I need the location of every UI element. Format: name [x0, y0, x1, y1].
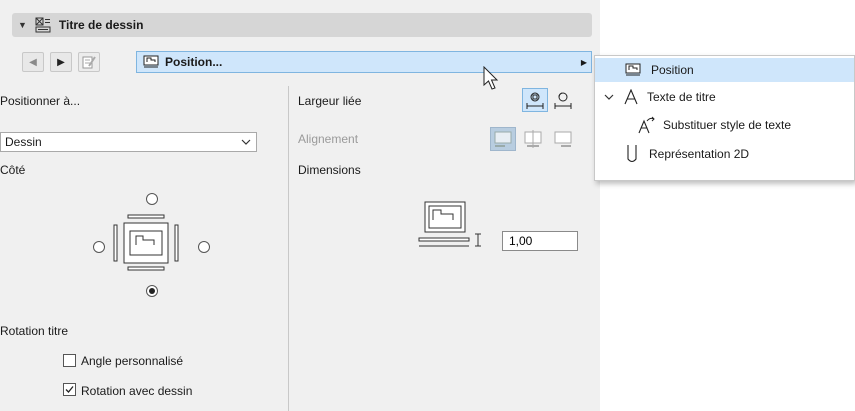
column-divider: [288, 86, 289, 411]
rotate-with-drawing-checkbox[interactable]: [63, 383, 76, 396]
align-center-button[interactable]: [520, 127, 546, 151]
menu-item-override-text-style[interactable]: Substituer style de texte: [595, 113, 854, 137]
menu-item-override-text-style-label: Substituer style de texte: [663, 118, 792, 132]
settings-panel: ▼ Titre de dessin ◀ ▶ Position... ▶ Posi…: [0, 0, 600, 411]
submenu-arrow-icon: ▶: [580, 57, 587, 67]
next-page-button[interactable]: ▶: [50, 52, 72, 72]
dimension-value-field[interactable]: [507, 233, 581, 249]
align-right-icon: [554, 131, 572, 147]
menu-item-title-text-label: Texte de titre: [647, 90, 716, 104]
menu-item-2d-representation[interactable]: Représentation 2D: [595, 142, 854, 166]
align-left-button[interactable]: [490, 127, 516, 151]
triangle-down-icon[interactable]: ▼: [18, 20, 27, 30]
check-icon: [65, 386, 74, 393]
chevron-down-icon: [241, 139, 251, 145]
triangle-left-icon: ◀: [29, 56, 37, 68]
dimension-diagram: [418, 201, 481, 247]
menu-item-position[interactable]: Position: [595, 58, 854, 82]
2d-representation-icon: [627, 145, 637, 163]
prev-page-button[interactable]: ◀: [22, 52, 44, 72]
triangle-right-icon: ▶: [57, 56, 65, 68]
unlock-width-icon: [554, 92, 572, 109]
side-top-radio[interactable]: [146, 193, 158, 205]
custom-angle-checkbox[interactable]: [63, 354, 76, 367]
dimensions-label: Dimensions: [298, 163, 361, 177]
mouse-cursor-icon: [483, 66, 499, 90]
right-column: Largeur liée Alignement Dimensions 1,00: [290, 80, 600, 411]
menu-item-position-label: Position: [651, 63, 694, 77]
drawing-title-icon: [35, 17, 51, 33]
custom-angle-label: Angle personnalisé: [81, 354, 184, 368]
lock-width-icon: [526, 92, 544, 109]
dimension-input[interactable]: [502, 231, 581, 251]
position-dropdown[interactable]: Dessin: [0, 132, 257, 152]
position-icon: [143, 55, 159, 68]
alignment-label: Alignement: [298, 132, 359, 146]
text-a-icon: [624, 89, 638, 105]
side-label: Côté: [0, 163, 26, 177]
edit-button[interactable]: [78, 52, 100, 72]
page-popup-menu: Position Texte de titre Substituer style…: [594, 55, 855, 181]
left-column: Positionner à... Dessin Côté Rotation ti…: [0, 80, 288, 411]
linked-width-label: Largeur liée: [298, 94, 362, 108]
text-style-override-icon: [638, 116, 655, 134]
linked-width-unlocked-button[interactable]: [550, 88, 576, 112]
section-header[interactable]: ▼ Titre de dessin: [12, 13, 592, 37]
edit-icon: [82, 56, 96, 69]
rotate-with-drawing-label: Rotation avec dessin: [81, 384, 193, 398]
position-icon: [625, 63, 641, 76]
position-dropdown-value: Dessin: [5, 135, 42, 149]
page-selector[interactable]: Position... ▶: [136, 51, 592, 73]
side-diagram: [113, 214, 179, 271]
rotation-label: Rotation titre: [0, 324, 69, 338]
align-left-icon: [494, 131, 512, 147]
position-label: Positionner à...: [0, 94, 81, 108]
side-left-radio[interactable]: [93, 241, 105, 253]
menu-item-2d-representation-label: Représentation 2D: [649, 147, 750, 161]
page-navigation: ◀ ▶ Position... ▶: [12, 50, 592, 74]
section-title: Titre de dessin: [58, 18, 144, 32]
menu-item-title-text[interactable]: Texte de titre: [595, 85, 854, 109]
side-right-radio[interactable]: [198, 241, 210, 253]
align-right-button[interactable]: [550, 127, 576, 151]
page-selector-label: Position...: [165, 55, 223, 69]
chevron-down-icon[interactable]: [603, 91, 615, 103]
side-bottom-radio[interactable]: [146, 285, 158, 297]
align-center-icon: [524, 130, 542, 148]
linked-width-locked-button[interactable]: [522, 88, 548, 112]
